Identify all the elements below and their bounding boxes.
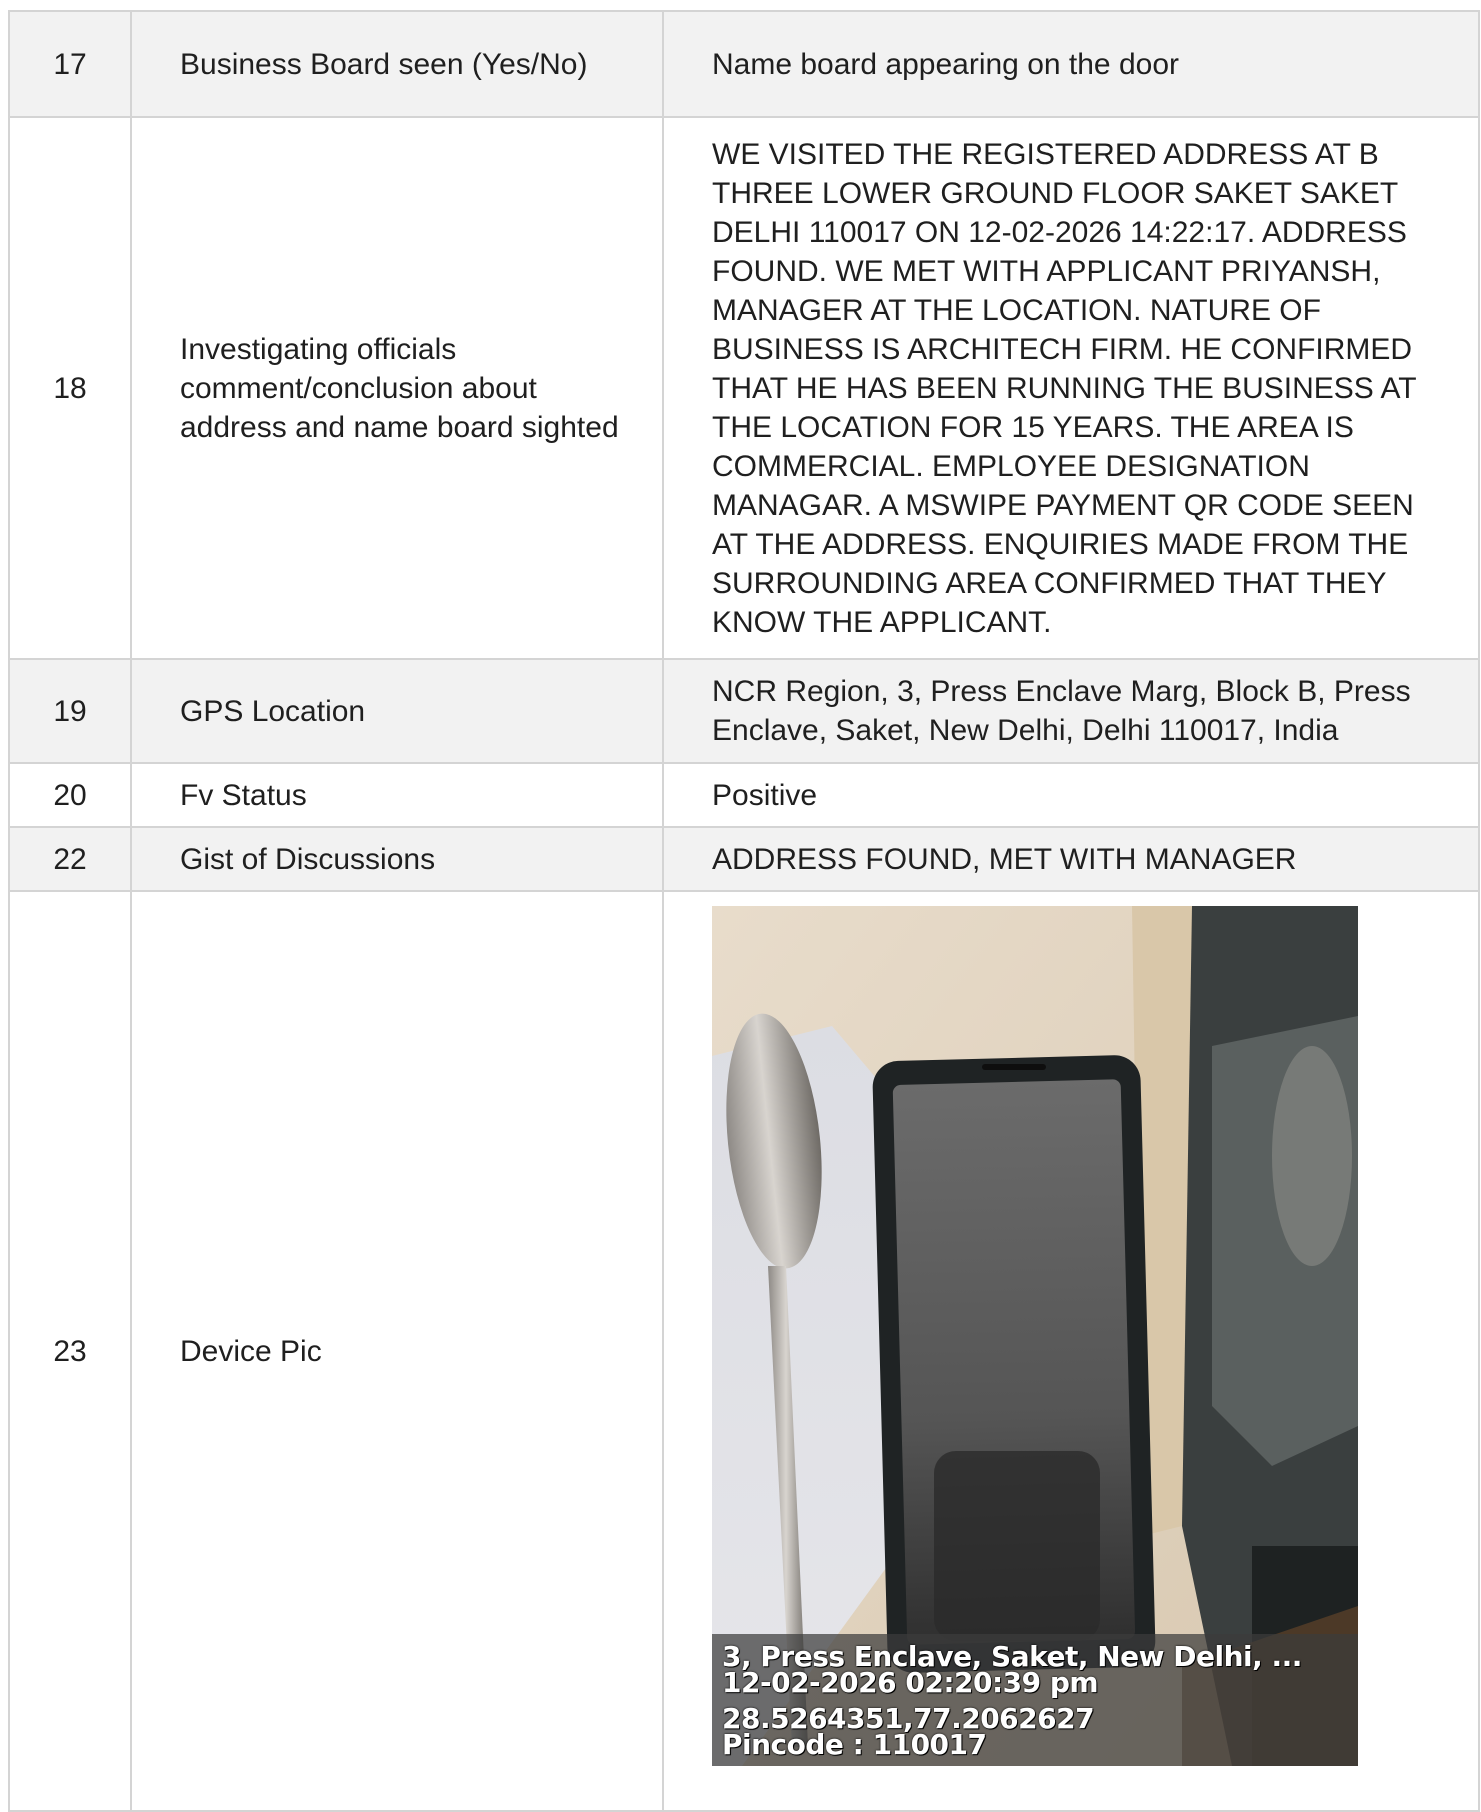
table-row: 19 GPS Location NCR Region, 3, Press Enc… <box>8 658 1480 764</box>
row-label: Device Pic <box>130 890 664 1812</box>
table-row: 20 Fv Status Positive <box>8 762 1480 828</box>
table-row: 22 Gist of Discussions ADDRESS FOUND, ME… <box>8 826 1480 892</box>
fv-status-value: Positive <box>662 762 1480 828</box>
row-value: Name board appearing on the door <box>662 10 1480 118</box>
table-row: 17 Business Board seen (Yes/No) Name boa… <box>8 10 1480 118</box>
row-label: Investigating officials comment/conclusi… <box>130 116 664 660</box>
row-label: Business Board seen (Yes/No) <box>130 10 664 118</box>
device-pic-cell: 3, Press Enclave, Saket, New Delhi, ... … <box>662 890 1480 1812</box>
table-row: 18 Investigating officials comment/concl… <box>8 116 1480 660</box>
table-row: 23 Device Pic 3, Press Enclave, Saket, N… <box>8 890 1480 1812</box>
row-number: 22 <box>8 826 132 892</box>
geotag-pincode: Pincode : 110017 <box>722 1728 987 1761</box>
device-photo[interactable]: 3, Press Enclave, Saket, New Delhi, ... … <box>712 906 1358 1766</box>
row-value: WE VISITED THE REGISTERED ADDRESS AT B T… <box>662 116 1480 660</box>
row-number: 20 <box>8 762 132 828</box>
row-value: NCR Region, 3, Press Enclave Marg, Block… <box>662 658 1480 764</box>
row-number: 19 <box>8 658 132 764</box>
row-label: GPS Location <box>130 658 664 764</box>
row-number: 23 <box>8 890 132 1812</box>
row-label: Gist of Discussions <box>130 826 664 892</box>
row-label: Fv Status <box>130 762 664 828</box>
row-value: ADDRESS FOUND, MET WITH MANAGER <box>662 826 1480 892</box>
geotag-datetime: 12-02-2026 02:20:39 pm <box>722 1666 1099 1699</box>
row-number: 17 <box>8 10 132 118</box>
verification-report-table: 17 Business Board seen (Yes/No) Name boa… <box>8 10 1480 1812</box>
photo-geotag-overlay: 3, Press Enclave, Saket, New Delhi, ... … <box>712 1634 1358 1766</box>
row-number: 18 <box>8 116 132 660</box>
